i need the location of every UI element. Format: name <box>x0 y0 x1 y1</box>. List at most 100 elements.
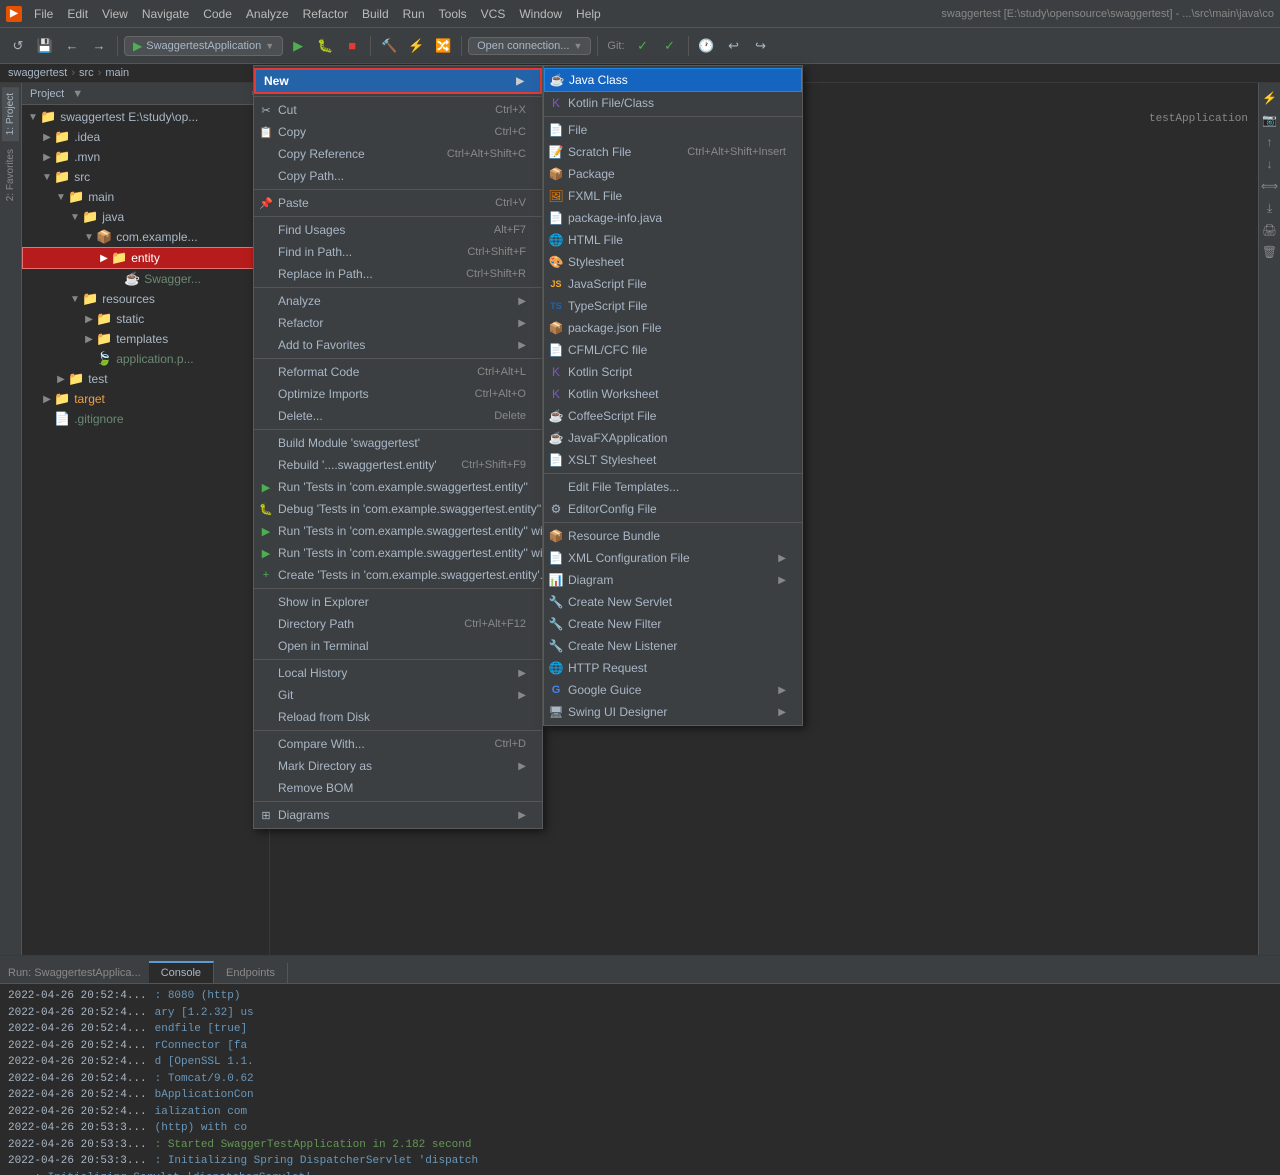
copy-icon: 📋 <box>258 126 274 139</box>
ctx-git-arrow: ▶ <box>518 690 526 701</box>
console-row-6: 2022-04-26 20:52:4... : Tomcat/9.0.62 <box>8 1071 1272 1088</box>
submenu-swing-ui[interactable]: 🖥 Swing UI Designer ▶ <box>544 701 802 723</box>
submenu-coffeescript[interactable]: ☕ CoffeeScript File <box>544 405 802 427</box>
submenu-package[interactable]: 📦 Package <box>544 163 802 185</box>
ctx-git-label: Git <box>278 688 293 702</box>
submenu-pkgjson[interactable]: 📦 package.json File <box>544 317 802 339</box>
ctx-local-history-arrow: ▶ <box>518 668 526 679</box>
ctx-delete[interactable]: Delete... Delete <box>254 405 542 427</box>
ctx-cut[interactable]: ✂ Cut Ctrl+X <box>254 99 542 121</box>
submenu-file-label: File <box>568 123 587 137</box>
ctx-add-favorites-label: Add to Favorites <box>278 338 365 352</box>
ctx-run-tests[interactable]: ▶ Run 'Tests in 'com.example.swaggertest… <box>254 476 542 498</box>
console-time-9: 2022-04-26 20:53:3... <box>8 1120 147 1137</box>
ctx-cut-label: Cut <box>278 103 297 117</box>
ctx-build-module[interactable]: Build Module 'swaggertest' <box>254 432 542 454</box>
ctx-reformat[interactable]: Reformat Code Ctrl+Alt+L <box>254 361 542 383</box>
submenu-package-info[interactable]: 📄 package-info.java <box>544 207 802 229</box>
ctx-replace-in-path[interactable]: Replace in Path... Ctrl+Shift+R <box>254 263 542 285</box>
ctx-analyze-label: Analyze <box>278 294 321 308</box>
pkgjson-icon: 📦 <box>548 321 564 335</box>
ctx-new[interactable]: New ▶ <box>254 68 542 94</box>
ctx-run-jfr[interactable]: ▶ Run 'Tests in 'com.example.swaggertest… <box>254 542 542 564</box>
xml-config-icon: 📄 <box>548 551 564 565</box>
submenu-js[interactable]: JS JavaScript File <box>544 273 802 295</box>
ctx-add-favorites[interactable]: Add to Favorites ▶ <box>254 334 542 356</box>
submenu-resource-bundle[interactable]: 📦 Resource Bundle <box>544 525 802 547</box>
submenu-create-servlet[interactable]: 🔧 Create New Servlet <box>544 591 802 613</box>
console-msg-8: ialization com <box>155 1104 247 1121</box>
ctx-analyze-arrow: ▶ <box>518 296 526 307</box>
ctx-analyze[interactable]: Analyze ▶ <box>254 290 542 312</box>
ctx-create-tests[interactable]: + Create 'Tests in 'com.example.swaggert… <box>254 564 542 586</box>
xslt-icon: 📄 <box>548 453 564 467</box>
submenu-kotlin-file[interactable]: K Kotlin File/Class <box>544 92 802 114</box>
ctx-remove-bom[interactable]: Remove BOM <box>254 777 542 799</box>
ctx-find-in-path[interactable]: Find in Path... Ctrl+Shift+F <box>254 241 542 263</box>
ctx-new-arrow: ▶ <box>516 76 524 87</box>
submenu-kotlin-script[interactable]: K Kotlin Script <box>544 361 802 383</box>
kworksheet-icon: K <box>548 387 564 401</box>
ctx-refactor[interactable]: Refactor ▶ <box>254 312 542 334</box>
console-time-2: 2022-04-26 20:52:4... <box>8 1005 147 1022</box>
submenu-stylesheet-label: Stylesheet <box>568 255 624 269</box>
ctx-run-coverage[interactable]: ▶ Run 'Tests in 'com.example.swaggertest… <box>254 520 542 542</box>
submenu-package-label: Package <box>568 167 615 181</box>
submenu-create-filter[interactable]: 🔧 Create New Filter <box>544 613 802 635</box>
ctx-copy[interactable]: 📋 Copy Ctrl+C <box>254 121 542 143</box>
ctx-compare[interactable]: Compare With... Ctrl+D <box>254 733 542 755</box>
ctx-copy-ref[interactable]: Copy Reference Ctrl+Alt+Shift+C <box>254 143 542 165</box>
ctx-open-terminal[interactable]: Open in Terminal <box>254 635 542 657</box>
submenu-create-servlet-label: Create New Servlet <box>568 595 672 609</box>
ctx-reformat-label: Reformat Code <box>278 365 359 379</box>
submenu-kotlin-script-label: Kotlin Script <box>568 365 632 379</box>
submenu-cfml[interactable]: 📄 CFML/CFC file <box>544 339 802 361</box>
submenu-edit-templates-label: Edit File Templates... <box>568 480 679 494</box>
ctx-mark-dir[interactable]: Mark Directory as ▶ <box>254 755 542 777</box>
submenu-kotlin-worksheet[interactable]: K Kotlin Worksheet <box>544 383 802 405</box>
ctx-paste[interactable]: 📌 Paste Ctrl+V <box>254 192 542 214</box>
submenu-html[interactable]: 🌐 HTML File <box>544 229 802 251</box>
ctx-delete-shortcut: Delete <box>474 410 526 422</box>
console-msg-7: bApplicationCon <box>155 1087 254 1104</box>
submenu-javafx[interactable]: ☕ JavaFXApplication <box>544 427 802 449</box>
tab-console[interactable]: Console <box>149 961 214 983</box>
ctx-show-explorer[interactable]: Show in Explorer <box>254 591 542 613</box>
submenu-diagram[interactable]: 📊 Diagram ▶ <box>544 569 802 591</box>
submenu-package-info-label: package-info.java <box>568 211 662 225</box>
submenu-ts[interactable]: TS TypeScript File <box>544 295 802 317</box>
ctx-local-history[interactable]: Local History ▶ <box>254 662 542 684</box>
ctx-rebuild[interactable]: Rebuild '....swaggertest.entity' Ctrl+Sh… <box>254 454 542 476</box>
ctx-copy-path[interactable]: Copy Path... <box>254 165 542 187</box>
submenu-editorconfig[interactable]: ⚙ EditorConfig File <box>544 498 802 520</box>
sep4 <box>254 287 542 288</box>
submenu-java-class[interactable]: ☕ Java Class <box>544 68 802 92</box>
ctx-optimize-imports[interactable]: Optimize Imports Ctrl+Alt+O <box>254 383 542 405</box>
submenu-create-listener[interactable]: 🔧 Create New Listener <box>544 635 802 657</box>
ctx-dir-path-label: Directory Path <box>278 617 354 631</box>
submenu-xml-config[interactable]: 📄 XML Configuration File ▶ <box>544 547 802 569</box>
submenu-edit-templates[interactable]: Edit File Templates... <box>544 476 802 498</box>
submenu-file[interactable]: 📄 File <box>544 119 802 141</box>
submenu-http-request[interactable]: 🌐 HTTP Request <box>544 657 802 679</box>
ctx-git[interactable]: Git ▶ <box>254 684 542 706</box>
submenu-http-request-label: HTTP Request <box>568 661 647 675</box>
sep7 <box>254 588 542 589</box>
console-time-11: 2022-04-26 20:53:3... <box>8 1153 147 1170</box>
submenu-fxml[interactable]: 🖼 FXML File <box>544 185 802 207</box>
console-time-10: 2022-04-26 20:53:3... <box>8 1137 147 1154</box>
console-time-7: 2022-04-26 20:52:4... <box>8 1087 147 1104</box>
submenu-xslt[interactable]: 📄 XSLT Stylesheet <box>544 449 802 471</box>
ctx-debug-tests[interactable]: 🐛 Debug 'Tests in 'com.example.swaggerte… <box>254 498 542 520</box>
ctx-dir-path[interactable]: Directory Path Ctrl+Alt+F12 <box>254 613 542 635</box>
ctx-find-usages[interactable]: Find Usages Alt+F7 <box>254 219 542 241</box>
sub-sep1 <box>544 116 802 117</box>
submenu-stylesheet[interactable]: 🎨 Stylesheet <box>544 251 802 273</box>
ctx-reload[interactable]: Reload from Disk <box>254 706 542 728</box>
ctx-diagrams[interactable]: ⊞ Diagrams ▶ <box>254 804 542 826</box>
submenu-scratch-file[interactable]: 📝 Scratch File Ctrl+Alt+Shift+Insert <box>544 141 802 163</box>
console-msg-3: endfile [true] <box>155 1021 247 1038</box>
submenu-guice[interactable]: G Google Guice ▶ <box>544 679 802 701</box>
tab-endpoints[interactable]: Endpoints <box>214 963 288 983</box>
submenu-java-class-label: Java Class <box>569 73 628 87</box>
